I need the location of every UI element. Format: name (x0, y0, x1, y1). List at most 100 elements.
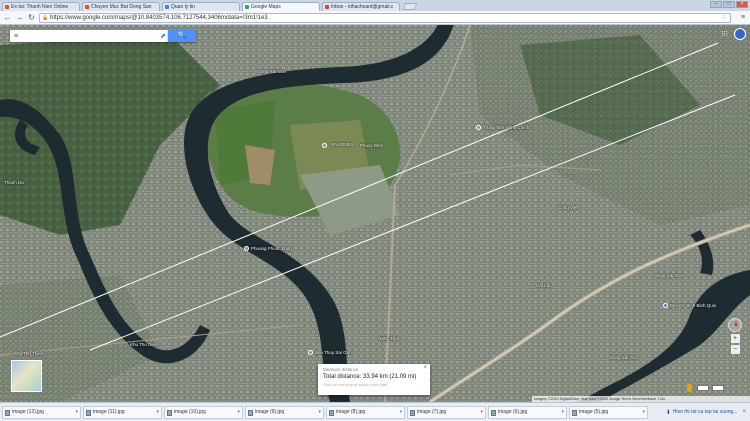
browser-tab-4[interactable]: Inbox - nthachoant@gmail.c (322, 2, 400, 11)
download-item[interactable]: image (6).jpg ▾ (488, 405, 567, 419)
download-item[interactable]: image (10).jpg ▾ (164, 405, 243, 419)
tab-favicon (325, 5, 329, 9)
download-arrow-icon: ⬇ (665, 409, 671, 416)
minimize-icon[interactable]: – (710, 1, 722, 8)
chevron-down-icon[interactable]: ▾ (480, 407, 483, 418)
tab-label: Inbox - nthachoant@gmail.c (331, 4, 394, 10)
map-label-poi: Cong Vien (558, 205, 579, 210)
map-label-area: Binh Thoi (380, 336, 399, 341)
image-file-icon (410, 409, 415, 416)
pegman-icon[interactable] (687, 384, 692, 392)
map-label-poi: Ben Thuy Sai Gon (315, 350, 352, 355)
download-label: image (8).jpg (336, 408, 366, 415)
apps-grid-icon[interactable]: ⁝⁝⁝ (721, 30, 728, 38)
image-file-icon (329, 409, 334, 416)
download-item[interactable]: image (9).jpg ▾ (245, 405, 324, 419)
browser-tabbar: Ex-tai: Thanh Nien Online Chuyen Muc Bat… (0, 0, 750, 11)
map-label-area: Phuoc Binh (360, 143, 384, 148)
image-file-icon (572, 409, 577, 416)
window-controls: – □ × (710, 1, 748, 8)
chevron-down-icon[interactable]: ▾ (156, 407, 159, 418)
tab-label: Google Maps (251, 4, 281, 10)
download-item[interactable]: image (12).jpg ▾ (2, 405, 81, 419)
reload-icon[interactable]: ↻ (27, 13, 36, 22)
measure-distance-card: Measure distance Total distance: 33.94 k… (318, 364, 430, 395)
map-label-poi: Trung Tam Hanh Chinh (483, 125, 530, 130)
image-file-icon (248, 409, 253, 416)
maximize-icon[interactable]: □ (723, 1, 735, 8)
chevron-down-icon[interactable]: ▾ (318, 407, 321, 418)
close-icon[interactable]: × (742, 409, 746, 415)
chevron-down-icon[interactable]: ▾ (642, 407, 645, 418)
map-label-river: Song Sai Gon (655, 273, 684, 278)
maps-search-button[interactable]: 🔍 (168, 30, 196, 42)
address-bar[interactable]: 🔒 https://www.google.com/maps/@10.840357… (39, 12, 731, 23)
photo-thumb[interactable] (712, 385, 724, 391)
map-label-area: Phuong Phuoc Long (251, 246, 292, 251)
download-item[interactable]: image (11).jpg ▾ (83, 405, 162, 419)
map-label-poi: VINHOMES (330, 142, 355, 147)
zoom-in-button[interactable]: + (730, 334, 740, 343)
map-viewport[interactable]: ≡ ⬈ 🔍 ⁝⁝⁝ Song Sai Gon VINHOMES Phuong P… (0, 25, 750, 402)
browser-tab-3[interactable]: Google Maps (242, 2, 320, 11)
directions-icon[interactable]: ⬈ (158, 32, 168, 40)
download-label: image (12).jpg (12, 408, 44, 415)
downloads-shelf: image (12).jpg ▾ image (11).jpg ▾ image (1… (0, 402, 750, 421)
maps-search-input[interactable] (22, 31, 158, 41)
measure-hint: Click on the map to add to your path (323, 382, 388, 387)
zoom-out-button[interactable]: − (730, 345, 740, 354)
map-label-area: Khu Thu Thiem (14, 351, 45, 356)
chevron-down-icon[interactable]: ▾ (75, 407, 78, 418)
close-icon[interactable]: × (423, 365, 427, 371)
tab-favicon (85, 5, 89, 9)
download-label: image (5).jpg (579, 408, 609, 415)
map-label-area: Thanh Da (4, 180, 24, 185)
browser-tab-2[interactable]: Quan ly tin (162, 2, 240, 11)
measure-title: Measure distance (323, 367, 359, 372)
download-label: image (11).jpg (93, 408, 125, 415)
poi-pin-icon[interactable] (308, 350, 313, 355)
back-arrow-icon[interactable]: ← (3, 13, 12, 22)
forward-arrow-icon[interactable]: → (15, 13, 24, 22)
browser-toolbar: ← → ↻ 🔒 https://www.google.com/maps/@10.… (0, 11, 750, 25)
map-type-switcher[interactable] (11, 360, 42, 392)
satellite-imagery (0, 25, 750, 402)
account-area: ⁝⁝⁝ (721, 28, 746, 40)
tab-label: Ex-tai: Thanh Nien Online (11, 4, 69, 10)
poi-pin-icon[interactable] (476, 125, 481, 130)
download-item[interactable]: image (8).jpg ▾ (326, 405, 405, 419)
avatar[interactable] (734, 28, 746, 40)
download-label: image (6).jpg (498, 408, 528, 415)
chevron-down-icon[interactable]: ▾ (237, 407, 240, 418)
hamburger-menu-icon[interactable]: ≡ (10, 33, 22, 40)
map-label-river: Song Sai Gon (610, 355, 639, 360)
image-file-icon (86, 409, 91, 416)
map-label-area: Cat Lai (536, 283, 551, 288)
image-file-icon (167, 409, 172, 416)
browser-tab-0[interactable]: Ex-tai: Thanh Nien Online (2, 2, 80, 11)
poi-pin-icon[interactable] (322, 143, 327, 148)
streetview-thumb[interactable] (697, 385, 709, 391)
url-text: https://www.google.com/maps/@10.8403574,… (50, 14, 268, 21)
new-tab-button[interactable] (402, 3, 418, 10)
download-label: image (10).jpg (174, 408, 206, 415)
poi-pin-icon[interactable] (244, 246, 249, 251)
download-item[interactable]: image (5).jpg ▾ (569, 405, 648, 419)
bookmark-star-icon[interactable]: ☆ (721, 14, 727, 22)
poi-pin-icon[interactable] (663, 303, 668, 308)
show-all-downloads[interactable]: ⬇ Hien thi tat ca tep tai xuong... × (666, 409, 746, 416)
tab-label: Chuyen Muc Bat Dong San (91, 4, 152, 10)
download-item[interactable]: image (7).jpg ▾ (407, 405, 486, 419)
chevron-down-icon[interactable]: ▾ (561, 407, 564, 418)
browser-menu-icon[interactable]: ≡ (738, 13, 748, 22)
chevron-down-icon[interactable]: ▾ (399, 407, 402, 418)
close-icon[interactable]: × (736, 1, 748, 8)
maps-search-box: ≡ ⬈ (10, 30, 168, 42)
compass-icon[interactable] (728, 318, 742, 332)
map-label-poi: Ben Do Sinh Binh Quoi (670, 303, 717, 308)
tab-favicon (5, 5, 9, 9)
download-label: image (9).jpg (255, 408, 285, 415)
tab-favicon (165, 5, 169, 9)
image-file-icon (5, 409, 10, 416)
browser-tab-1[interactable]: Chuyen Muc Bat Dong San (82, 2, 160, 11)
